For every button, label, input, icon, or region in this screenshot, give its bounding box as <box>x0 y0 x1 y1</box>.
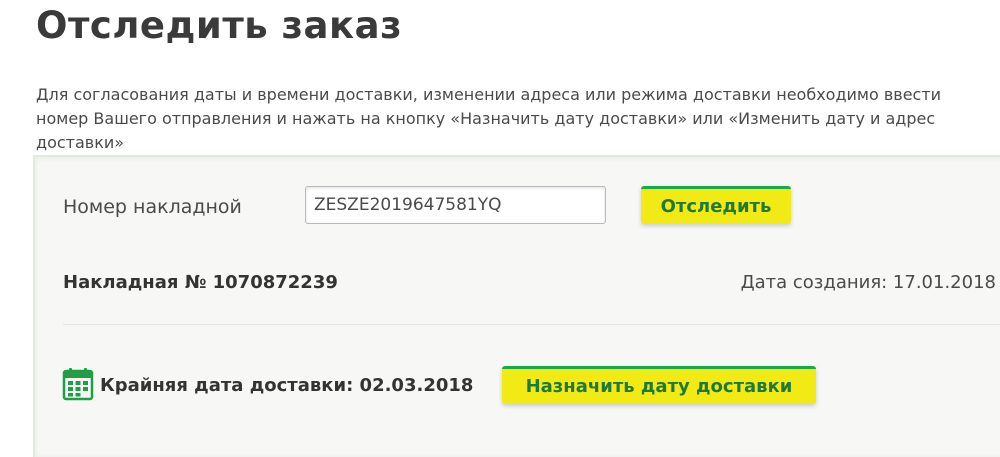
page-title: Отследить заказ <box>36 4 403 47</box>
delivery-deadline: Крайняя дата доставки: 02.03.2018 <box>100 375 474 396</box>
intro-text: Для согласования даты и времени доставки… <box>36 85 942 152</box>
waybill-number: Накладная № 1070872239 <box>63 272 338 293</box>
waybill-number-input[interactable] <box>305 186 606 224</box>
calendar-icon <box>62 367 94 401</box>
creation-date: Дата создания: 17.01.2018 <box>740 272 996 293</box>
track-button[interactable]: Отследить <box>641 186 791 224</box>
schedule-delivery-button[interactable]: Назначить дату доставки <box>502 366 816 404</box>
waybill-field-label: Номер накладной <box>63 196 242 218</box>
divider <box>63 324 1000 325</box>
